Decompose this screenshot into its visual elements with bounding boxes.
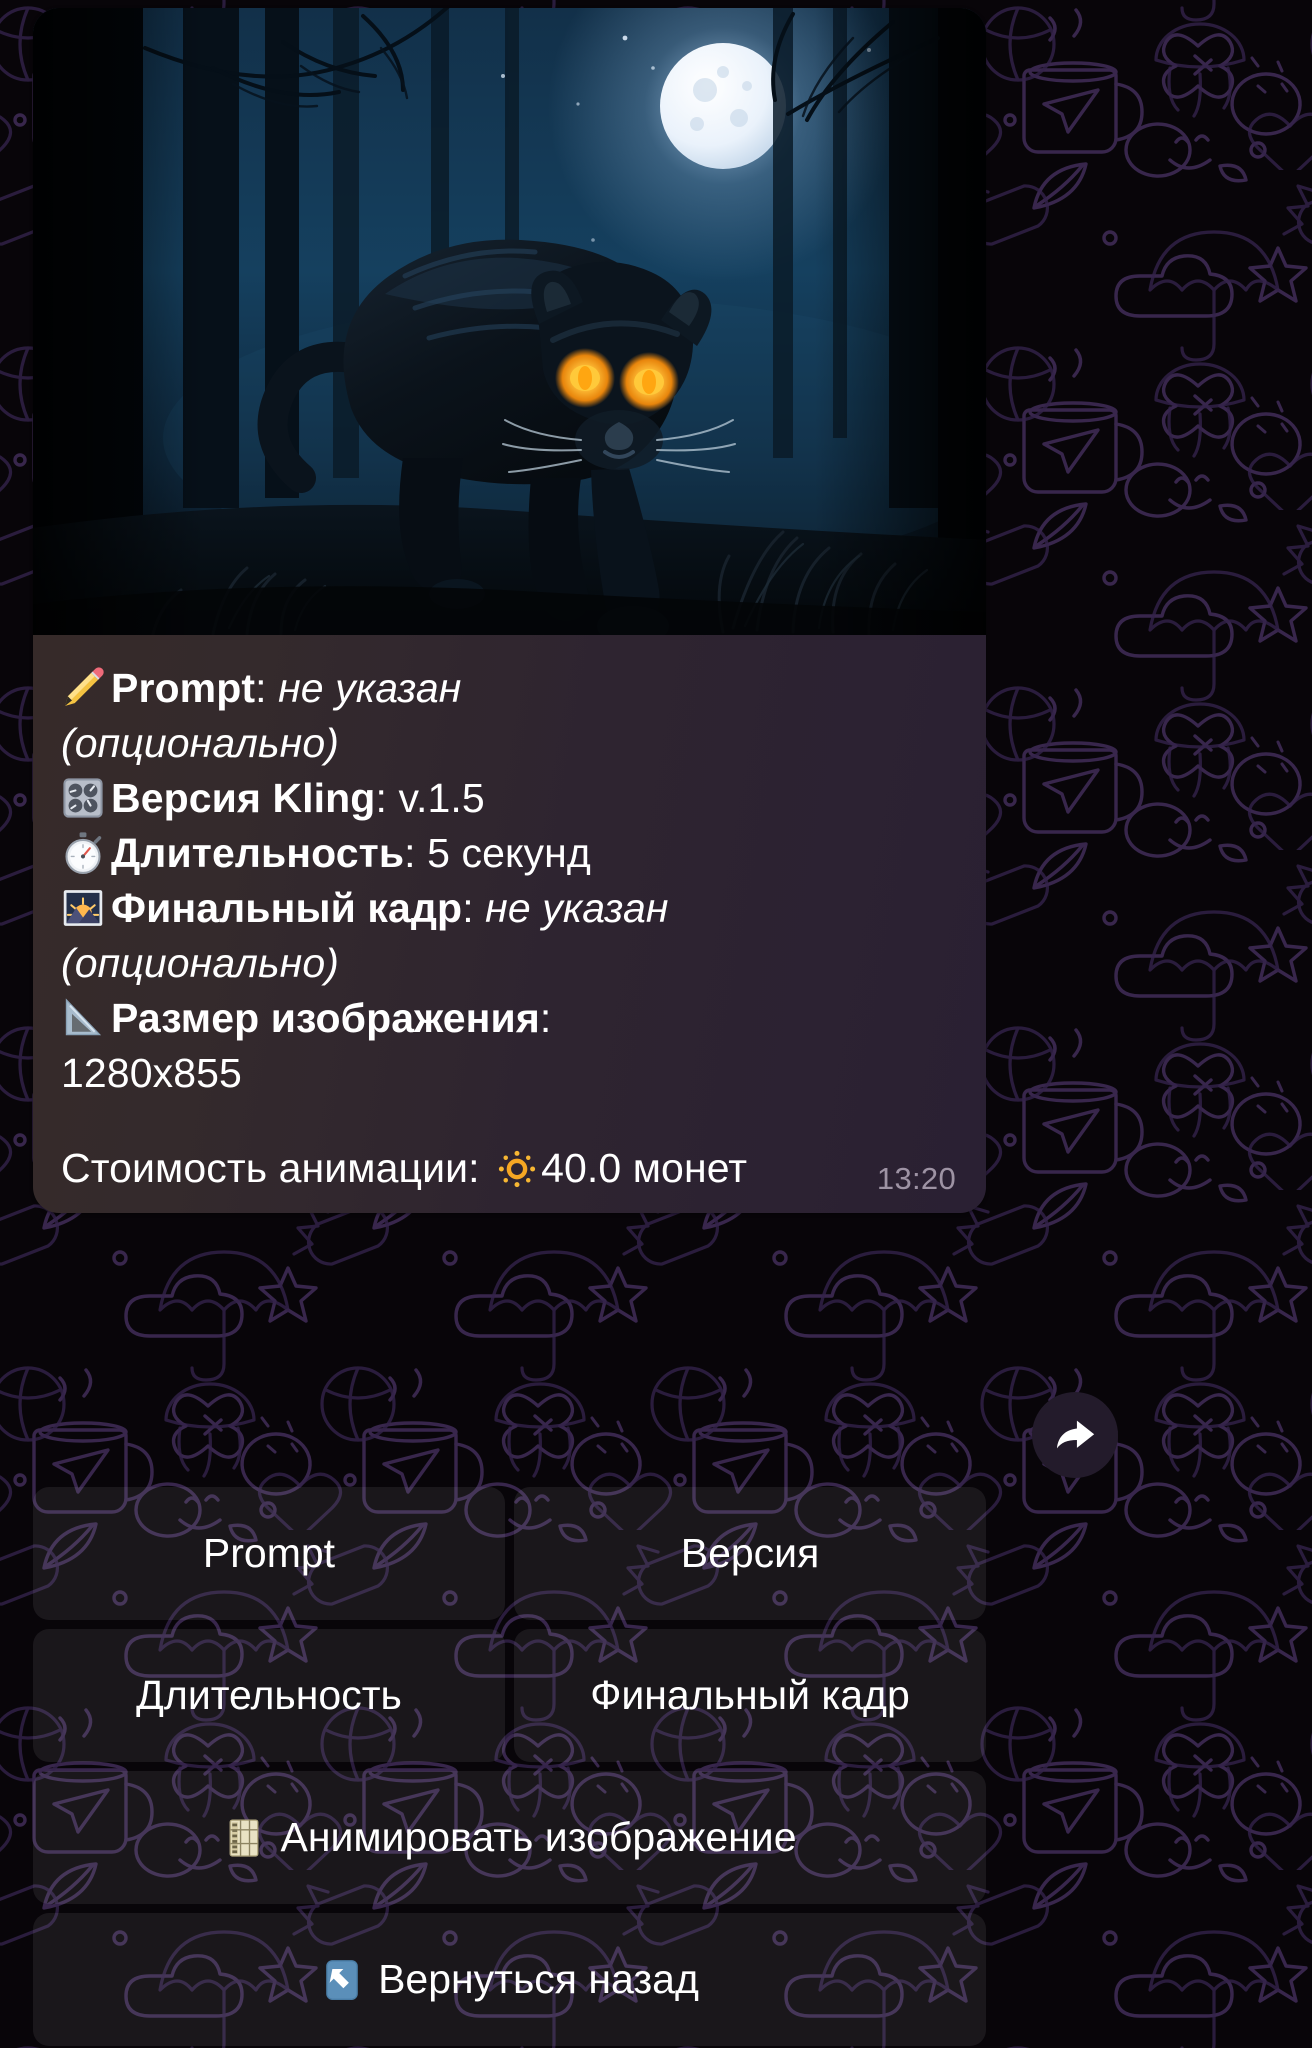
caption-value-version: v.1.5	[398, 774, 485, 821]
film-frames-icon	[222, 1816, 266, 1860]
keyboard-button-animate-image-label: Анимировать изображение	[280, 1814, 797, 1860]
keyboard-button-prompt[interactable]: Prompt	[33, 1487, 505, 1620]
caption-prompt-optional: (опционально)	[61, 719, 339, 766]
keyboard-button-duration[interactable]: Длительность	[33, 1629, 505, 1762]
sun-coin-icon	[497, 1149, 537, 1189]
keyboard-button-version[interactable]: Версия	[514, 1487, 986, 1620]
keyboard-button-version-label: Версия	[680, 1530, 820, 1576]
generated-image[interactable]	[33, 8, 986, 635]
cost-suffix: монет	[621, 1144, 748, 1191]
keyboard-row-2: Длительность Финальный кадр	[33, 1629, 986, 1762]
back-arrow-icon	[320, 1958, 364, 2002]
forward-arrow-icon	[1056, 1420, 1095, 1449]
stopwatch-icon	[61, 831, 105, 875]
caption-label-prompt: Prompt	[111, 665, 256, 711]
keyboard-row-4: Вернуться назад	[33, 1913, 986, 2046]
bot-message-bubble: Prompt: не указан (опционально) Версия K…	[33, 8, 986, 1214]
triangle-ruler-icon	[61, 996, 105, 1040]
message-caption: Prompt: не указан (опционально) Версия K…	[33, 635, 986, 1213]
keyboard-button-duration-label: Длительность	[136, 1672, 402, 1718]
caption-label-image-size: Размер изображения	[111, 994, 540, 1041]
keyboard-button-final-frame[interactable]: Финальный кадр	[514, 1629, 986, 1762]
sunrise-photo-icon	[61, 886, 105, 930]
caption-label-final-frame: Финальный кадр	[111, 884, 463, 931]
caption-final-frame-optional: (опционально)	[61, 939, 339, 986]
caption-value-prompt: не указан	[278, 665, 462, 711]
keyboard-button-animate-image[interactable]: Анимировать изображение	[33, 1771, 986, 1904]
pencil-icon	[61, 666, 105, 710]
caption-value-image-size: 1280x855	[61, 1049, 242, 1096]
caption-value-final-frame: не указан	[485, 884, 669, 931]
caption-row-image-size: Размер изображения:	[61, 991, 958, 1046]
caption-row-final-frame: Финальный кадр: не указан	[61, 881, 958, 936]
caption-row-duration: Длительность: 5 секунд	[61, 826, 958, 881]
forward-message-button[interactable]	[1032, 1392, 1118, 1478]
inline-keyboard: Prompt Версия Длительность Финальный кад…	[33, 1487, 986, 2046]
control-knobs-icon	[61, 776, 105, 820]
caption-value-duration: 5 секунд	[427, 829, 591, 876]
keyboard-button-go-back[interactable]: Вернуться назад	[33, 1913, 986, 2046]
caption-row-version: Версия Kling: v.1.5	[61, 771, 958, 826]
cost-value: 40.0	[541, 1144, 622, 1191]
caption-row-cost: Стоимость анимации: 40.0 монет	[61, 1141, 958, 1196]
caption-label-version: Версия Kling	[111, 774, 376, 821]
keyboard-row-3: Анимировать изображение	[33, 1771, 986, 1904]
keyboard-button-go-back-label: Вернуться назад	[378, 1956, 699, 2002]
keyboard-button-prompt-label: Prompt	[202, 1530, 336, 1576]
keyboard-row-1: Prompt Версия	[33, 1487, 986, 1620]
chat-screen: Prompt: не указан (опционально) Версия K…	[0, 0, 1312, 2048]
caption-row-prompt: Prompt: не указан	[61, 661, 958, 716]
cost-prefix: Стоимость анимации:	[61, 1144, 492, 1191]
keyboard-button-final-frame-label: Финальный кадр	[590, 1672, 910, 1718]
message-timestamp: 13:20	[876, 1160, 956, 1196]
caption-label-duration: Длительность	[111, 829, 405, 876]
